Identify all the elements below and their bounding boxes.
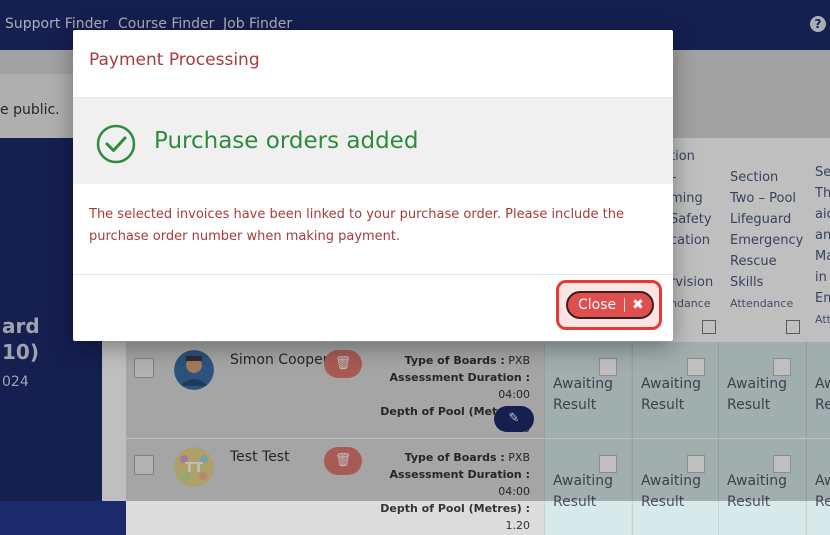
check-circle-icon bbox=[96, 124, 136, 164]
detail-value: 1.20 bbox=[505, 519, 531, 532]
button-separator bbox=[624, 298, 625, 312]
success-message: Purchase orders added bbox=[154, 128, 419, 154]
close-icon: ✖ bbox=[632, 297, 644, 313]
success-banner: Purchase orders added bbox=[73, 98, 673, 184]
close-button-highlight: Close ✖ bbox=[556, 280, 662, 330]
detail-label: Depth of Pool (Metres) : bbox=[380, 502, 530, 515]
modal-body-text: The selected invoices have been linked t… bbox=[89, 207, 625, 244]
close-button-label: Close bbox=[578, 297, 617, 313]
close-button[interactable]: Close ✖ bbox=[566, 291, 654, 319]
payment-processing-modal: Payment Processing Purchase orders added… bbox=[73, 30, 673, 341]
divider bbox=[73, 274, 673, 275]
modal-title: Payment Processing bbox=[89, 50, 260, 70]
